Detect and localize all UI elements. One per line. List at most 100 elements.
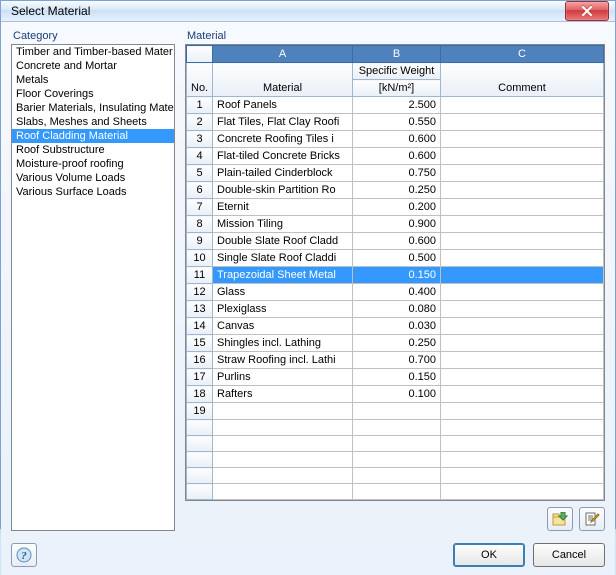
- cell-material[interactable]: Double Slate Roof Cladd: [213, 233, 353, 250]
- row-number[interactable]: 3: [187, 131, 213, 148]
- table-row[interactable]: 3Concrete Roofing Tiles i0.600: [187, 131, 604, 148]
- cell-material[interactable]: Canvas: [213, 318, 353, 335]
- cell-weight[interactable]: 2.500: [353, 97, 441, 114]
- cell-comment[interactable]: [441, 148, 604, 165]
- cell-material[interactable]: Shingles incl. Lathing: [213, 335, 353, 352]
- cell-comment[interactable]: [441, 318, 604, 335]
- row-number[interactable]: 8: [187, 216, 213, 233]
- row-number[interactable]: 2: [187, 114, 213, 131]
- row-number[interactable]: 18: [187, 386, 213, 403]
- row-number[interactable]: 14: [187, 318, 213, 335]
- table-row[interactable]: 15Shingles incl. Lathing0.250: [187, 335, 604, 352]
- cell-material[interactable]: Eternit: [213, 199, 353, 216]
- row-number[interactable]: 13: [187, 301, 213, 318]
- grid-corner[interactable]: [187, 46, 213, 63]
- row-number[interactable]: 16: [187, 352, 213, 369]
- table-row[interactable]: 1Roof Panels2.500: [187, 97, 604, 114]
- cell-material[interactable]: Glass: [213, 284, 353, 301]
- cell-weight[interactable]: 0.250: [353, 182, 441, 199]
- cell-material[interactable]: Trapezoidal Sheet Metal: [213, 267, 353, 284]
- row-number[interactable]: 15: [187, 335, 213, 352]
- material-grid[interactable]: A B C No. Material Specific Weight Comme…: [185, 44, 605, 501]
- cell-weight[interactable]: 0.100: [353, 386, 441, 403]
- table-row[interactable]: 2Flat Tiles, Flat Clay Roofi0.550: [187, 114, 604, 131]
- row-number[interactable]: 12: [187, 284, 213, 301]
- category-item[interactable]: Various Volume Loads: [12, 171, 174, 185]
- cell-weight[interactable]: 0.030: [353, 318, 441, 335]
- ok-button[interactable]: OK: [453, 543, 525, 567]
- cell-material[interactable]: [213, 403, 353, 420]
- cell-comment[interactable]: [441, 114, 604, 131]
- row-number[interactable]: 11: [187, 267, 213, 284]
- cell-material[interactable]: Rafters: [213, 386, 353, 403]
- cell-weight[interactable]: 0.700: [353, 352, 441, 369]
- edit-button[interactable]: [579, 507, 605, 531]
- table-row[interactable]: 8Mission Tiling0.900: [187, 216, 604, 233]
- cell-material[interactable]: Concrete Roofing Tiles i: [213, 131, 353, 148]
- col-letter-b[interactable]: B: [353, 46, 441, 63]
- cell-comment[interactable]: [441, 386, 604, 403]
- cell-comment[interactable]: [441, 97, 604, 114]
- table-row[interactable]: 7Eternit0.200: [187, 199, 604, 216]
- cell-comment[interactable]: [441, 233, 604, 250]
- cell-weight[interactable]: 0.750: [353, 165, 441, 182]
- cell-weight[interactable]: 0.080: [353, 301, 441, 318]
- row-number[interactable]: 17: [187, 369, 213, 386]
- row-number[interactable]: 4: [187, 148, 213, 165]
- table-row[interactable]: 9Double Slate Roof Cladd0.600: [187, 233, 604, 250]
- table-row[interactable]: 4Flat-tiled Concrete Bricks0.600: [187, 148, 604, 165]
- cancel-button[interactable]: Cancel: [533, 543, 605, 567]
- cell-comment[interactable]: [441, 182, 604, 199]
- cell-comment[interactable]: [441, 335, 604, 352]
- cell-material[interactable]: Plain-tailed Cinderblock: [213, 165, 353, 182]
- category-item[interactable]: Concrete and Mortar: [12, 59, 174, 73]
- cell-comment[interactable]: [441, 216, 604, 233]
- col-header-weight-1[interactable]: Specific Weight: [353, 63, 441, 80]
- cell-comment[interactable]: [441, 352, 604, 369]
- cell-material[interactable]: Flat Tiles, Flat Clay Roofi: [213, 114, 353, 131]
- cell-comment[interactable]: [441, 301, 604, 318]
- category-item[interactable]: Timber and Timber-based Mater: [12, 45, 174, 59]
- cell-material[interactable]: Double-skin Partition Ro: [213, 182, 353, 199]
- cell-weight[interactable]: 0.250: [353, 335, 441, 352]
- col-header-comment[interactable]: Comment: [441, 63, 604, 97]
- cell-material[interactable]: Single Slate Roof Claddi: [213, 250, 353, 267]
- cell-weight[interactable]: 0.900: [353, 216, 441, 233]
- category-item[interactable]: Roof Cladding Material: [12, 129, 174, 143]
- cell-comment[interactable]: [441, 284, 604, 301]
- col-letter-c[interactable]: C: [441, 46, 604, 63]
- category-item[interactable]: Various Surface Loads: [12, 185, 174, 199]
- cell-weight[interactable]: 0.150: [353, 267, 441, 284]
- cell-weight[interactable]: 0.150: [353, 369, 441, 386]
- category-item[interactable]: Roof Substructure: [12, 143, 174, 157]
- row-number[interactable]: 10: [187, 250, 213, 267]
- import-button[interactable]: [547, 507, 573, 531]
- table-row[interactable]: 18Rafters0.100: [187, 386, 604, 403]
- col-header-weight-2[interactable]: [kN/m²]: [353, 80, 441, 97]
- cell-material[interactable]: Mission Tiling: [213, 216, 353, 233]
- col-header-no[interactable]: No.: [187, 63, 213, 97]
- table-row[interactable]: 5Plain-tailed Cinderblock0.750: [187, 165, 604, 182]
- table-row[interactable]: 11Trapezoidal Sheet Metal0.150: [187, 267, 604, 284]
- help-button[interactable]: ?: [11, 543, 37, 567]
- category-item[interactable]: Floor Coverings: [12, 87, 174, 101]
- cell-material[interactable]: Roof Panels: [213, 97, 353, 114]
- category-item[interactable]: Moisture-proof roofing: [12, 157, 174, 171]
- col-letter-a[interactable]: A: [213, 46, 353, 63]
- cell-weight[interactable]: 0.600: [353, 148, 441, 165]
- table-row[interactable]: 10Single Slate Roof Claddi0.500: [187, 250, 604, 267]
- cell-weight[interactable]: 0.550: [353, 114, 441, 131]
- table-row[interactable]: 16Straw Roofing incl. Lathi0.700: [187, 352, 604, 369]
- cell-weight[interactable]: [353, 403, 441, 420]
- col-header-material[interactable]: Material: [213, 63, 353, 97]
- table-row[interactable]: 12Glass0.400: [187, 284, 604, 301]
- cell-comment[interactable]: [441, 250, 604, 267]
- cell-material[interactable]: Plexiglass: [213, 301, 353, 318]
- cell-comment[interactable]: [441, 403, 604, 420]
- category-item[interactable]: Barier Materials, Insulating Mate: [12, 101, 174, 115]
- cell-weight[interactable]: 0.200: [353, 199, 441, 216]
- table-row[interactable]: 19: [187, 403, 604, 420]
- cell-weight[interactable]: 0.600: [353, 233, 441, 250]
- table-row[interactable]: 6Double-skin Partition Ro0.250: [187, 182, 604, 199]
- cell-weight[interactable]: 0.400: [353, 284, 441, 301]
